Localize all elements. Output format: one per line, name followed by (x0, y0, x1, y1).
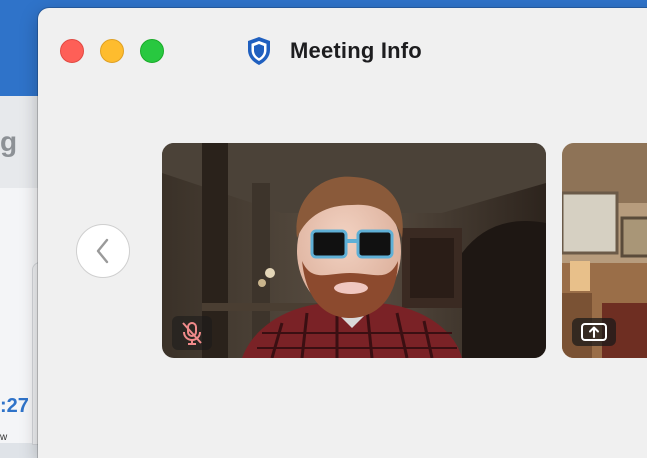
screen-share-icon (581, 323, 607, 341)
zoom-button[interactable] (140, 39, 164, 63)
background-partial-text: g (0, 126, 18, 157)
participant-video-tile[interactable] (162, 143, 546, 358)
participant-video-tile-next[interactable] (562, 143, 647, 358)
participant-status-badge (172, 316, 212, 350)
background-partial-tiny: w (0, 432, 8, 443)
meeting-info-window: Meeting Info (38, 8, 647, 458)
window-title: Meeting Info (290, 38, 422, 63)
participant-status-badge-next (572, 318, 616, 346)
chevron-left-icon (96, 238, 109, 264)
close-button[interactable] (60, 39, 84, 63)
shield-icon (248, 37, 270, 65)
window-title-bar: Meeting Info (246, 34, 422, 68)
previous-button[interactable] (76, 224, 130, 278)
background-partial-time: :27 (0, 395, 29, 417)
participant-avatar-video (162, 143, 546, 358)
mic-muted-icon (182, 322, 202, 345)
minimize-button[interactable] (100, 39, 124, 63)
